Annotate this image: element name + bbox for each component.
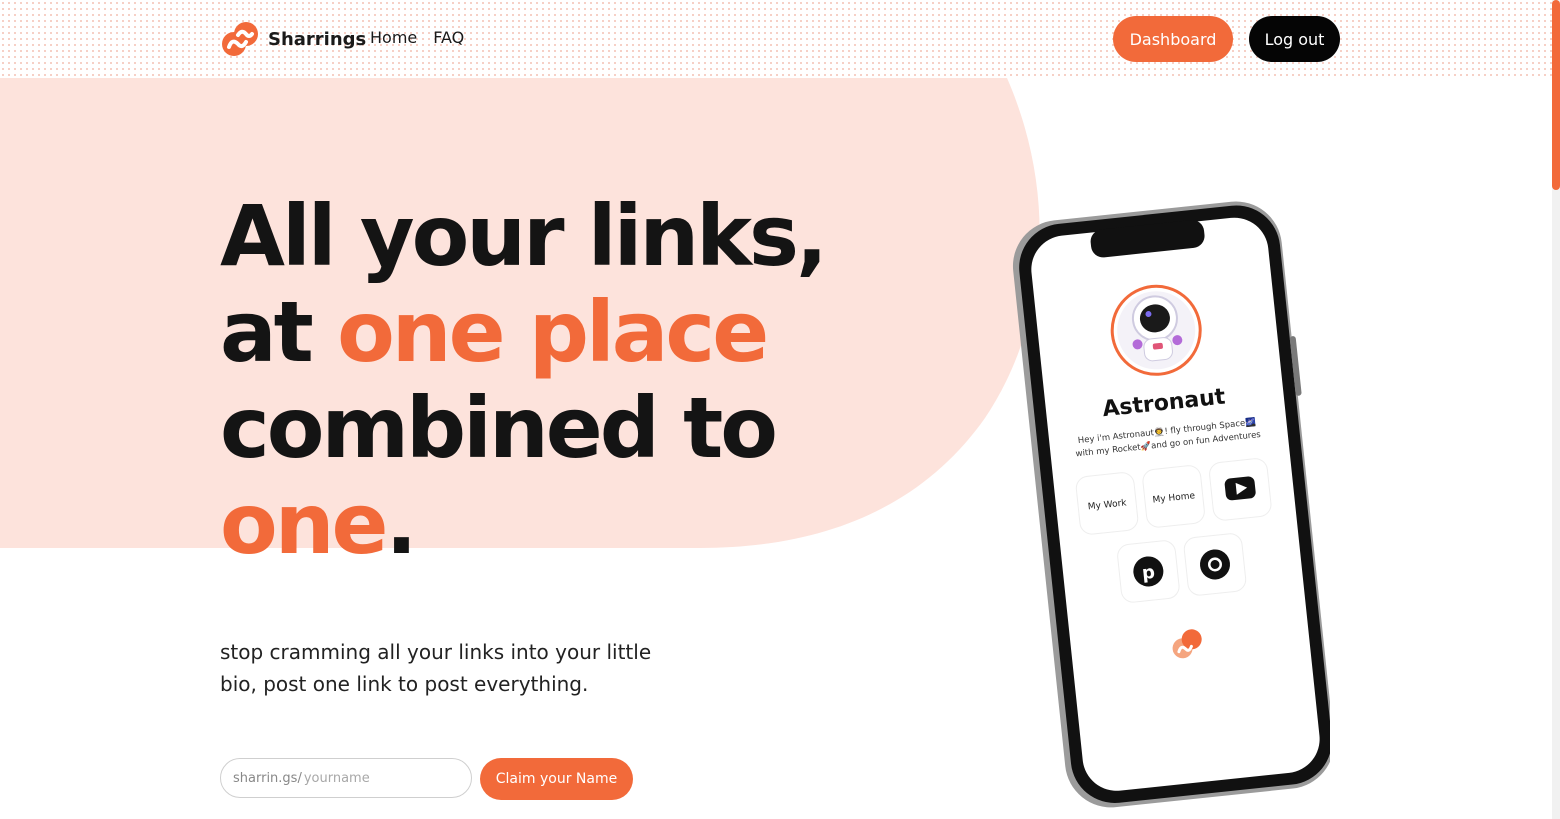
headline-line-4: one. <box>220 476 920 572</box>
main-nav: Home FAQ <box>370 28 464 47</box>
phone-link-my-work[interactable]: My Work <box>1075 472 1139 536</box>
sharrings-logo-icon <box>222 22 258 56</box>
phone-mockup: Astronaut Hey i'm Astronaut👨‍🚀! fly thro… <box>1012 201 1330 808</box>
headline-period: . <box>385 475 417 573</box>
phone-link-my-home[interactable]: My Home <box>1142 465 1206 529</box>
brand-name: Sharrings <box>268 28 367 50</box>
dashboard-button[interactable]: Dashboard <box>1113 16 1233 62</box>
headline-line-1: All your links, <box>220 187 828 285</box>
logout-button[interactable]: Log out <box>1249 16 1340 62</box>
headline-accent-one: one <box>220 475 388 573</box>
claim-placeholder: yourname <box>303 770 370 786</box>
headline-line-2: at one place <box>220 284 920 380</box>
brand[interactable]: Sharrings <box>220 20 366 58</box>
chrome-icon[interactable] <box>1183 533 1247 597</box>
claim-url-prefix: sharrin.gs/ <box>233 770 302 786</box>
claim-name-button[interactable]: Claim your Name <box>480 758 633 800</box>
pinterest-icon[interactable]: p <box>1116 540 1180 604</box>
nav-home-link[interactable]: Home <box>370 28 417 47</box>
headline-line-3: combined to <box>220 379 778 477</box>
svg-text:p: p <box>1141 562 1156 584</box>
hero-headline: All your links, at one place combined to… <box>220 188 920 572</box>
hero-subtext: stop cramming all your links into your l… <box>220 640 652 696</box>
headline-accent-one-place: one place <box>337 283 769 381</box>
youtube-icon[interactable] <box>1208 458 1272 522</box>
headline-line-2-start: at <box>220 283 338 381</box>
claim-username-input[interactable]: sharrin.gs/yourname <box>220 758 472 798</box>
header: Sharrings Home FAQ Dashboard Log out <box>0 0 1552 78</box>
nav-faq-link[interactable]: FAQ <box>433 28 464 47</box>
page-scrollbar-thumb[interactable] <box>1552 0 1560 190</box>
